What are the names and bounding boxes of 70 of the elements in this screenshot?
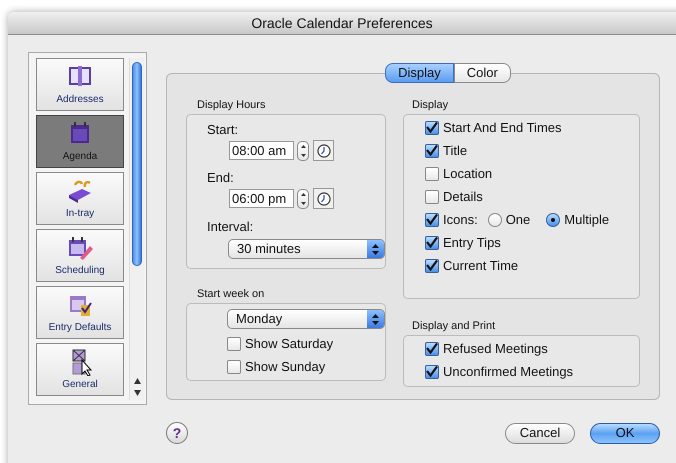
group-title: Display and Print (411, 319, 496, 333)
checkbox-label: Show Saturday (245, 334, 334, 353)
sidebar-item[interactable]: Addresses (36, 58, 124, 111)
checkbox-label: Title (443, 142, 468, 160)
down-arrow-icon (134, 390, 140, 396)
time-field[interactable]: 08:00 am (229, 141, 294, 160)
checkbox[interactable] (425, 144, 439, 158)
tab[interactable]: Display (385, 63, 454, 83)
checkbox[interactable] (425, 166, 439, 180)
checkbox-label: Location (443, 164, 492, 183)
clock-icon (316, 144, 330, 158)
radio-button[interactable] (546, 212, 560, 226)
clock-icon (316, 192, 330, 206)
radio-label: One (506, 210, 530, 229)
checkbox-label: Current Time (443, 256, 518, 275)
checkbox[interactable] (227, 360, 241, 374)
checkbox[interactable] (425, 120, 439, 134)
calendar-pencil-icon (66, 234, 94, 262)
checkmark-icon (426, 260, 438, 271)
checkmark-icon (426, 214, 438, 225)
weekday-dropdown[interactable]: Monday (227, 309, 385, 329)
group-title: Display (411, 98, 450, 112)
checkmark-icon (426, 145, 438, 156)
field-label: Interval: (207, 219, 254, 235)
checkbox[interactable] (425, 236, 439, 250)
checkbox[interactable] (227, 336, 241, 350)
checkbox[interactable] (425, 342, 439, 356)
clock-button[interactable] (313, 188, 334, 209)
up-arrow-icon (134, 378, 140, 384)
checkbox-label: Unconfirmed Meetings (443, 362, 574, 381)
stepper[interactable] (297, 188, 309, 208)
checkmark-icon (426, 366, 438, 377)
checkbox[interactable] (425, 190, 439, 204)
radio-label: Multiple (564, 210, 610, 229)
updown-arrow-icon (372, 244, 379, 254)
help-button[interactable]: ? (166, 422, 188, 444)
interval-dropdown[interactable]: 30 minutes (228, 239, 385, 259)
sidebar-item[interactable]: General (36, 343, 124, 396)
group-title: Display Hours (196, 98, 266, 112)
field-label: End: (207, 170, 235, 186)
stepper[interactable] (297, 140, 309, 160)
scrollbar-thumb[interactable] (132, 62, 142, 266)
checkbox[interactable] (425, 212, 439, 226)
checkmark-icon (426, 343, 438, 354)
sidebar-item[interactable]: Entry Defaults (36, 286, 124, 339)
checkbox-label: Details (443, 188, 483, 206)
updown-arrow-icon (300, 192, 306, 204)
group-title: Start week on (196, 287, 266, 301)
checkbox-label: Refused Meetings (443, 340, 548, 358)
sidebar-item[interactable]: Agenda (36, 115, 124, 168)
checkbox-label: Icons: (443, 210, 478, 229)
sidebar-item[interactable]: Scheduling (36, 229, 124, 282)
radio-button[interactable] (488, 212, 502, 226)
sidebar-item[interactable]: In-tray (36, 172, 124, 225)
checkbox-label: Show Sunday (245, 358, 326, 376)
updown-arrow-icon (372, 314, 379, 324)
checkmark-icon (426, 122, 438, 133)
checkbox[interactable] (425, 258, 439, 272)
checkbox-label: Entry Tips (443, 234, 501, 252)
window-title: Oracle Calendar Preferences (251, 14, 433, 32)
checkbox-label: Start And End Times (443, 118, 562, 137)
checkmark-icon (426, 237, 438, 248)
checkbox[interactable] (425, 364, 439, 378)
clock-button[interactable] (313, 140, 334, 161)
updown-arrow-icon (300, 144, 306, 156)
time-field[interactable]: 06:00 pm (229, 189, 294, 208)
tab[interactable]: Color (454, 63, 511, 83)
field-label: Start: (207, 122, 240, 138)
cancel-button[interactable]: Cancel (505, 422, 575, 444)
ok-button[interactable]: OK (590, 422, 660, 444)
